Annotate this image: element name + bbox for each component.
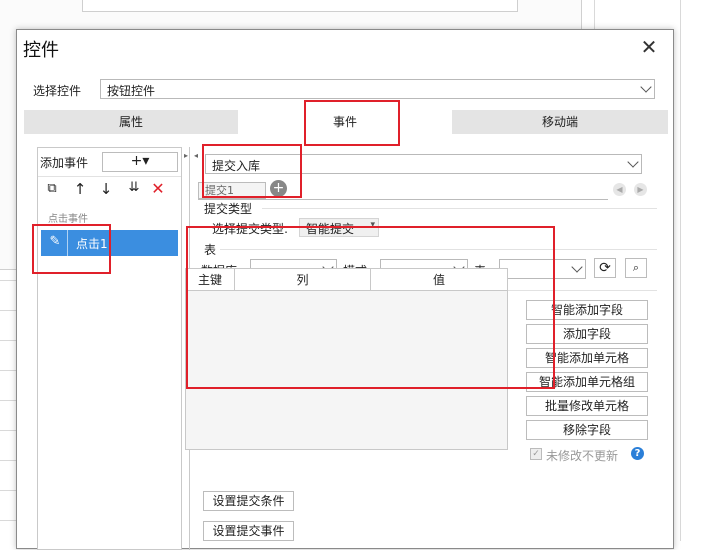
submit-type-section: 提交类型	[204, 202, 253, 216]
chevron-down-icon	[571, 261, 583, 273]
divider	[38, 176, 181, 177]
add-event-button[interactable]: +▾	[102, 152, 178, 172]
search-table-icon[interactable]: ⌕	[625, 258, 647, 278]
divider	[262, 208, 657, 209]
click-event-group-label: 点击事件	[48, 214, 88, 225]
chevron-down-icon	[640, 81, 652, 93]
tab-mobile[interactable]: 移动端	[452, 110, 668, 134]
control-select[interactable]: 按钮控件	[100, 79, 655, 99]
copy-icon[interactable]: ⧉	[44, 181, 60, 196]
background-box	[82, 0, 518, 12]
add-event-label: 添加事件	[40, 156, 89, 170]
collapse-icon[interactable]: ▸	[184, 151, 188, 160]
event-list-panel: 添加事件 +▾ ⧉ ↑ ↓ ⇊ ✕ 点击事件 ✎ 点击1	[37, 147, 182, 550]
no-update-checkbox[interactable]: ✓	[530, 448, 542, 460]
expand-icon[interactable]: ◂	[194, 151, 198, 160]
highlight-box	[186, 226, 555, 389]
arrow-up-icon[interactable]: ↑	[72, 180, 88, 198]
arrow-down-icon[interactable]: ↓	[98, 180, 114, 198]
remove-field-button[interactable]: 移除字段	[526, 420, 648, 440]
scroll-left-icon[interactable]: ◀	[613, 183, 626, 196]
set-submit-event-button[interactable]: 设置提交事件	[203, 521, 294, 541]
divider	[198, 199, 608, 200]
move-bottom-icon[interactable]: ⇊	[124, 180, 144, 195]
highlight-box	[202, 144, 302, 198]
set-submit-condition-button[interactable]: 设置提交条件	[203, 491, 294, 511]
grid-line	[680, 0, 681, 541]
batch-modify-cell-button[interactable]: 批量修改单元格	[526, 396, 648, 416]
select-control-label: 选择控件	[33, 84, 82, 98]
no-update-label: 未修改不更新	[546, 449, 619, 463]
refresh-icon[interactable]: ⟳	[594, 258, 616, 278]
close-icon[interactable]: ✕	[637, 36, 661, 60]
highlight-box	[304, 100, 400, 146]
scroll-right-icon[interactable]: ▶	[634, 183, 647, 196]
control-select-value: 按钮控件	[107, 84, 156, 98]
delete-icon[interactable]: ✕	[150, 179, 166, 198]
chevron-down-icon	[627, 156, 639, 168]
help-icon[interactable]: ?	[631, 447, 644, 460]
dialog-title: 控件	[23, 40, 59, 61]
tab-properties[interactable]: 属性	[24, 110, 238, 134]
highlight-box	[32, 224, 111, 274]
